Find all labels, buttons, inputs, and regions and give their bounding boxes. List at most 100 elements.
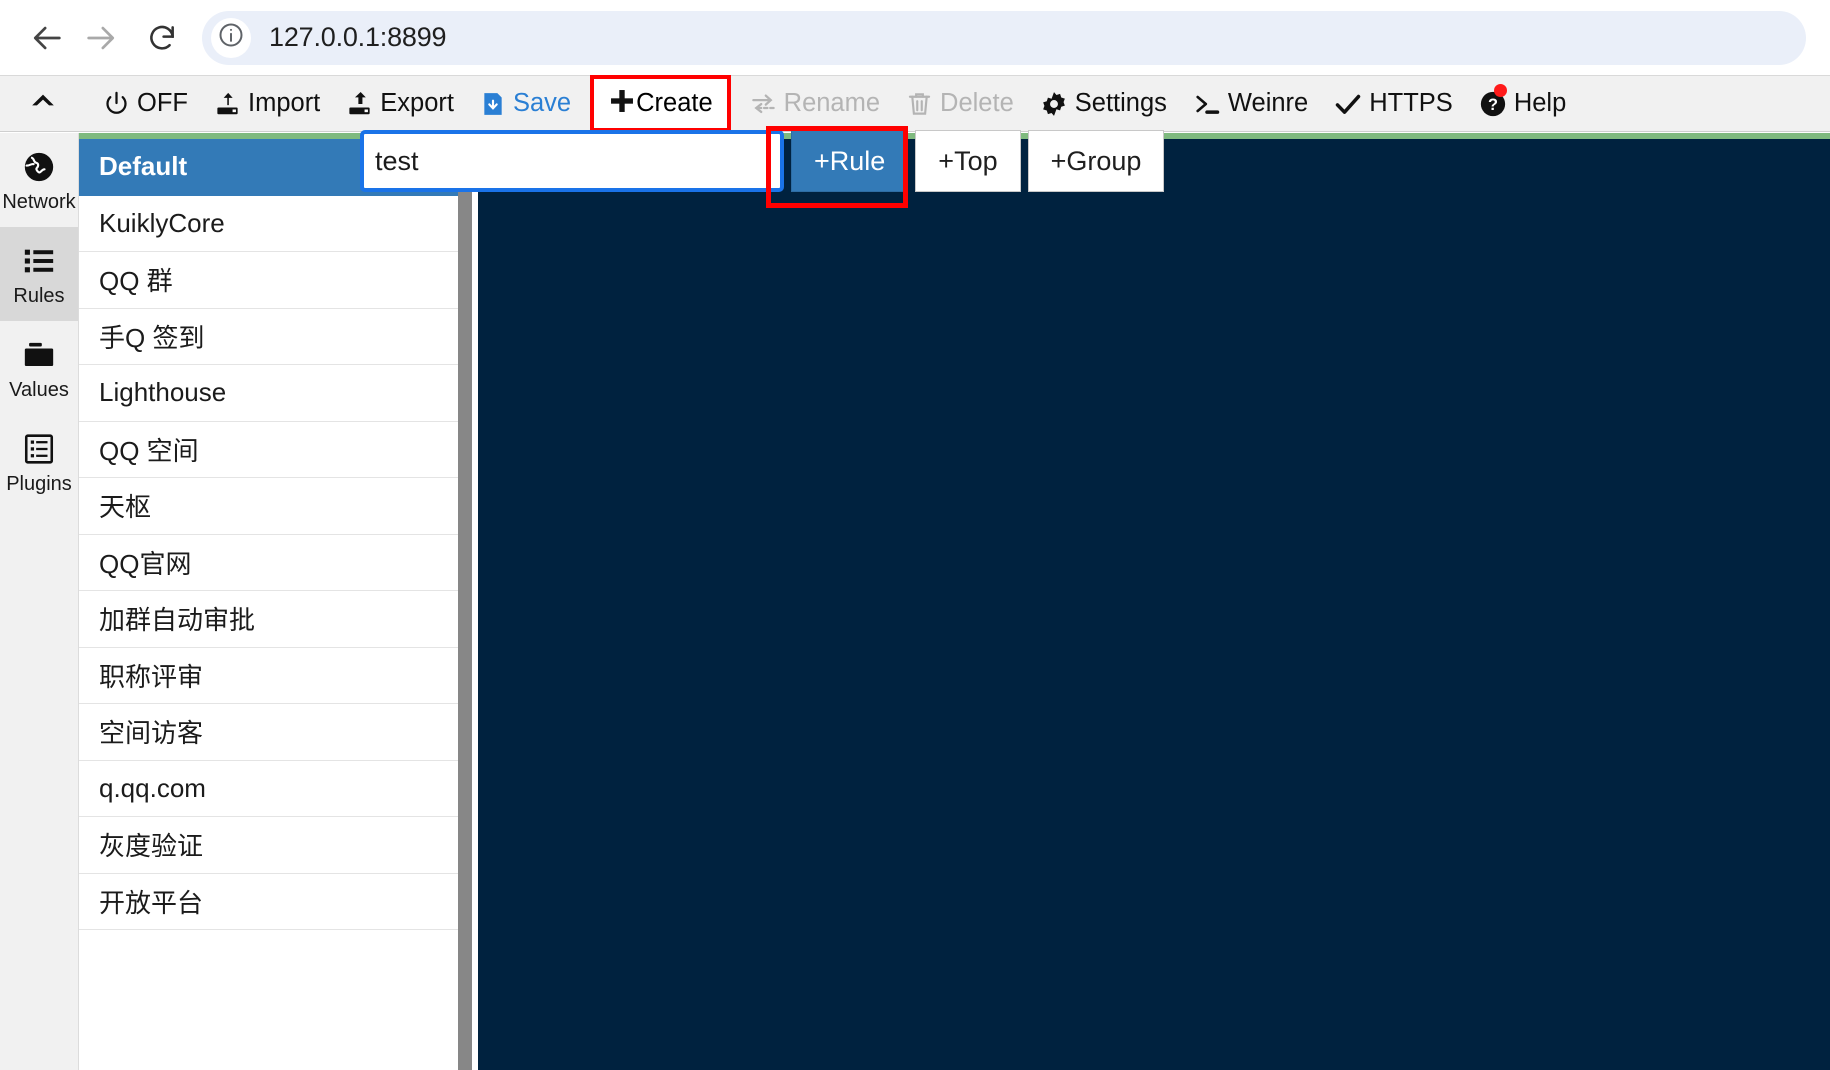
toolbar-settings-label: Settings	[1074, 89, 1167, 117]
check-icon	[1334, 90, 1362, 118]
toolbar-save-button[interactable]: Save	[467, 76, 584, 131]
address-bar[interactable]: 127.0.0.1:8899	[202, 10, 1806, 65]
rename-icon	[750, 90, 777, 117]
trash-icon	[906, 90, 933, 117]
terminal-icon	[1193, 90, 1221, 118]
toolbar-import-label: Import	[248, 89, 321, 117]
forward-button[interactable]	[74, 12, 126, 64]
reload-button[interactable]	[136, 12, 188, 64]
list-item[interactable]: 开放平台	[79, 874, 458, 930]
browser-toolbar: 127.0.0.1:8899	[0, 0, 1830, 75]
reload-icon	[146, 22, 178, 54]
info-circle-icon	[217, 21, 245, 54]
add-group-button[interactable]: +Group	[1027, 130, 1165, 192]
list-item-label: q.qq.com	[99, 772, 206, 803]
power-icon	[103, 90, 130, 117]
arrow-right-icon	[83, 21, 117, 55]
save-icon	[480, 91, 506, 117]
add-top-button[interactable]: +Top	[915, 130, 1021, 192]
list-item[interactable]: 手Q 签到	[79, 309, 458, 365]
rule-name-input[interactable]	[364, 144, 780, 178]
sidebar-label-plugins: Plugins	[6, 472, 72, 495]
toolbar-delete-label: Delete	[940, 89, 1014, 117]
list-item[interactable]: 天枢	[79, 478, 458, 535]
toolbar-help-button[interactable]: ? Help	[1466, 76, 1579, 131]
list-item-label: KuiklyCore	[99, 207, 225, 238]
list-item-label: QQ 空间	[99, 435, 199, 466]
toolbar-export-button[interactable]: Export	[333, 76, 467, 131]
toolbar-help-label: Help	[1513, 89, 1567, 117]
toolbar-weinre-label: Weinre	[1227, 89, 1309, 117]
list-item-label: 空间访客	[99, 718, 204, 749]
toolbar-import-button[interactable]: Import	[201, 76, 333, 131]
add-rule-label: +Rule	[814, 145, 886, 176]
list-item-label: 灰度验证	[99, 831, 204, 862]
import-icon	[214, 90, 241, 117]
rules-list-scrollbar-thumb[interactable]	[458, 139, 472, 1070]
collapse-toolbar-button[interactable]	[0, 76, 90, 131]
sidebar-item-values[interactable]: Values	[0, 321, 78, 415]
add-top-label: +Top	[938, 145, 998, 176]
address-bar-url: 127.0.0.1:8899	[269, 22, 447, 52]
toolbar-save-label: Save	[512, 89, 572, 117]
list-item-label: QQ官网	[99, 548, 192, 579]
list-item[interactable]: KuiklyCore	[79, 196, 458, 252]
list-item[interactable]: 职称评审	[79, 648, 458, 704]
chevron-up-icon	[30, 87, 56, 120]
list-item[interactable]: QQ 空间	[79, 422, 458, 478]
plus-icon	[608, 87, 636, 120]
list-item[interactable]: QQ官网	[79, 535, 458, 591]
rules-list: Default KuiklyCore QQ 群 手Q 签到 Lighthouse…	[79, 139, 458, 1070]
toolbar-settings-button[interactable]: Settings	[1027, 76, 1180, 131]
toolbar-create-label: Create	[636, 89, 713, 117]
toolbar-off-label: OFF	[137, 89, 188, 117]
toolbar-https-label: HTTPS	[1369, 89, 1453, 117]
arrow-left-icon	[31, 21, 65, 55]
rule-editor-pane[interactable]	[478, 139, 1830, 1070]
globe-icon	[22, 147, 56, 187]
site-info-button[interactable]	[211, 17, 251, 58]
list-item-label: 手Q 签到	[99, 322, 205, 353]
list-item[interactable]: Lighthouse	[79, 365, 458, 422]
help-notification-dot	[1493, 84, 1507, 97]
list-item-label: 开放平台	[99, 887, 204, 918]
toolbar-weinre-button[interactable]: Weinre	[1180, 76, 1321, 131]
list-item-label: 天枢	[99, 492, 152, 523]
toolbar-rename-button[interactable]: Rename	[737, 76, 893, 131]
sidebar-item-network[interactable]: Network	[0, 133, 78, 227]
toolbar-create-button[interactable]: Create	[590, 75, 731, 132]
create-rule-bar: +Rule +Top +Group	[360, 126, 1165, 208]
toolbar-off-button[interactable]: OFF	[90, 76, 201, 131]
add-group-label: +Group	[1050, 145, 1142, 176]
sidebar-label-rules: Rules	[13, 284, 65, 307]
back-button[interactable]	[22, 12, 74, 64]
add-rule-button[interactable]: +Rule	[791, 130, 909, 192]
toolbar-https-button[interactable]: HTTPS	[1321, 76, 1466, 131]
list-item-label: Default	[99, 151, 188, 182]
sidebar-rail: Network Rules Values Plugins	[0, 133, 79, 1070]
export-icon	[346, 90, 373, 117]
toolbar-delete-button[interactable]: Delete	[893, 76, 1027, 131]
list-item[interactable]: QQ 群	[79, 252, 458, 309]
list-item[interactable]: q.qq.com	[79, 761, 458, 817]
sidebar-label-values: Values	[9, 378, 69, 401]
folder-icon	[22, 335, 56, 375]
rule-name-input-wrapper[interactable]	[360, 130, 784, 192]
list-item[interactable]: 灰度验证	[79, 817, 458, 874]
sidebar-item-plugins[interactable]: Plugins	[0, 415, 78, 509]
list-item-label: Lighthouse	[99, 377, 227, 408]
list-item-label: 加群自动审批	[99, 605, 256, 636]
toolbar-rename-label: Rename	[783, 89, 881, 117]
gear-icon	[1040, 90, 1068, 118]
app-toolbar: OFF Import Export Save Create Rename Del…	[0, 75, 1830, 132]
list-item-label: QQ 群	[99, 266, 173, 297]
toolbar-export-label: Export	[380, 89, 454, 117]
list-icon	[22, 241, 56, 281]
svg-text:?: ?	[1488, 96, 1498, 114]
list-item[interactable]: 空间访客	[79, 704, 458, 761]
list-item[interactable]: 加群自动审批	[79, 591, 458, 648]
plugins-icon	[22, 429, 56, 469]
sidebar-item-rules[interactable]: Rules	[0, 227, 78, 321]
list-item-label: 职称评审	[99, 661, 204, 692]
sidebar-label-network: Network	[2, 190, 76, 213]
